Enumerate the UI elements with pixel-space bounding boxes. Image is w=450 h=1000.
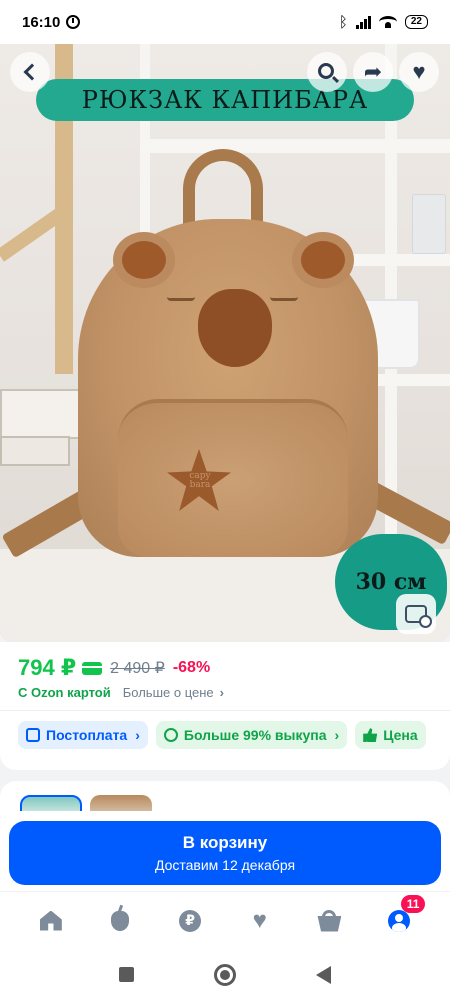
nav-fresh[interactable] — [100, 901, 140, 941]
chevron-right-icon: › — [219, 685, 224, 700]
recents-button[interactable] — [119, 967, 134, 982]
delivery-date: Доставим 12 декабря — [154, 857, 296, 873]
back-triangle-button[interactable] — [316, 965, 331, 984]
chip-label: Постоплата — [46, 727, 128, 743]
divider — [0, 710, 450, 711]
search-icon — [317, 62, 334, 79]
search-button[interactable] — [307, 52, 347, 92]
bluetooth-icon: ᛒ — [338, 13, 348, 31]
chevron-right-icon: › — [135, 727, 140, 743]
bag-nose — [198, 289, 272, 367]
nav-finance[interactable]: ₽ — [170, 901, 210, 941]
cart-area: В корзину Доставим 12 декабря — [0, 811, 450, 891]
price-discount: -68% — [172, 659, 211, 676]
price-card: 794 ₽ 2 490 ₽ -68% С Ozon картой Больше … — [0, 642, 450, 770]
ozon-card-label: С Ozon картой — [18, 685, 111, 700]
signal-icon — [355, 15, 371, 29]
bag-pocket — [118, 399, 348, 557]
cart-button-title: В корзину — [182, 833, 268, 852]
share-icon: ➦ — [363, 59, 383, 84]
product-image[interactable]: capy bara РЮКЗАК КАПИБАРА 30 см ➦ ♥ — [0, 44, 450, 642]
bag-star-text: capy bara — [189, 471, 211, 490]
image-search-icon — [405, 605, 432, 628]
thumbs-up-icon — [363, 728, 378, 742]
chip-buyout[interactable]: Больше 99% выкупа › — [155, 721, 348, 749]
status-indicators: ᛒ 22 — [339, 14, 428, 31]
chevron-right-icon: › — [334, 727, 340, 743]
favorite-button[interactable]: ♥ — [399, 52, 439, 92]
home-button[interactable] — [214, 963, 236, 986]
status-time: 16:10 — [22, 13, 61, 31]
nav-profile[interactable]: 11 — [379, 894, 426, 941]
heart-icon: ♥ — [252, 906, 267, 934]
bottom-nav: ₽ ♥ 11 — [0, 891, 450, 949]
basket-icon — [317, 915, 342, 932]
bag-ear-right — [292, 232, 354, 288]
price-current: 794 ₽ — [18, 655, 77, 680]
buyout-icon — [163, 728, 178, 742]
background-book — [0, 436, 70, 466]
feature-chips: Постоплата › Больше 99% выкупа › Цена — [18, 721, 426, 749]
product-screen: 16:10 ᛒ 22 capy bara РЮКЗАК КАПИБАРА 30 … — [0, 0, 450, 1000]
find-similar-button[interactable] — [396, 594, 436, 634]
status-bar: 16:10 ᛒ 22 — [0, 0, 450, 44]
add-to-cart-button[interactable]: В корзину Доставим 12 декабря — [9, 821, 441, 885]
card-price-row: С Ozon картой Больше о цене › — [18, 685, 224, 700]
bag-eye-left — [167, 297, 195, 301]
chip-label: Больше 99% выкупа — [183, 727, 327, 743]
wifi-icon — [378, 16, 397, 28]
price-row[interactable]: 794 ₽ 2 490 ₽ -68% — [18, 655, 210, 681]
chip-price[interactable]: Цена — [355, 721, 426, 749]
alarm-icon — [66, 15, 81, 29]
back-button[interactable] — [10, 52, 50, 92]
background-book — [0, 389, 80, 439]
system-nav-bar — [0, 949, 450, 1000]
ruble-icon: ₽ — [179, 909, 202, 932]
more-about-price-link[interactable]: Больше о цене — [123, 685, 214, 700]
home-icon — [39, 910, 62, 931]
apple-icon — [111, 910, 130, 931]
nav-cart[interactable] — [309, 901, 349, 941]
background-shelf — [140, 139, 450, 153]
back-icon — [23, 63, 41, 81]
nav-home[interactable] — [31, 901, 71, 941]
chip-postpay[interactable]: Постоплата › — [18, 721, 148, 749]
notification-badge: 11 — [401, 894, 426, 913]
background-glass — [412, 194, 446, 254]
share-button[interactable]: ➦ — [353, 52, 393, 92]
heart-icon: ♥ — [412, 59, 426, 84]
price-old: 2 490 ₽ — [110, 660, 165, 677]
bag-eye-right — [270, 297, 298, 301]
profile-icon — [388, 909, 411, 932]
postpay-icon — [26, 728, 40, 742]
nav-favorites[interactable]: ♥ — [240, 901, 280, 941]
ozon-card-icon — [82, 661, 103, 675]
chip-label: Цена — [383, 727, 418, 743]
bag-ear-left — [113, 232, 175, 288]
battery-icon: 22 — [404, 15, 428, 29]
bag-handle — [183, 149, 263, 229]
